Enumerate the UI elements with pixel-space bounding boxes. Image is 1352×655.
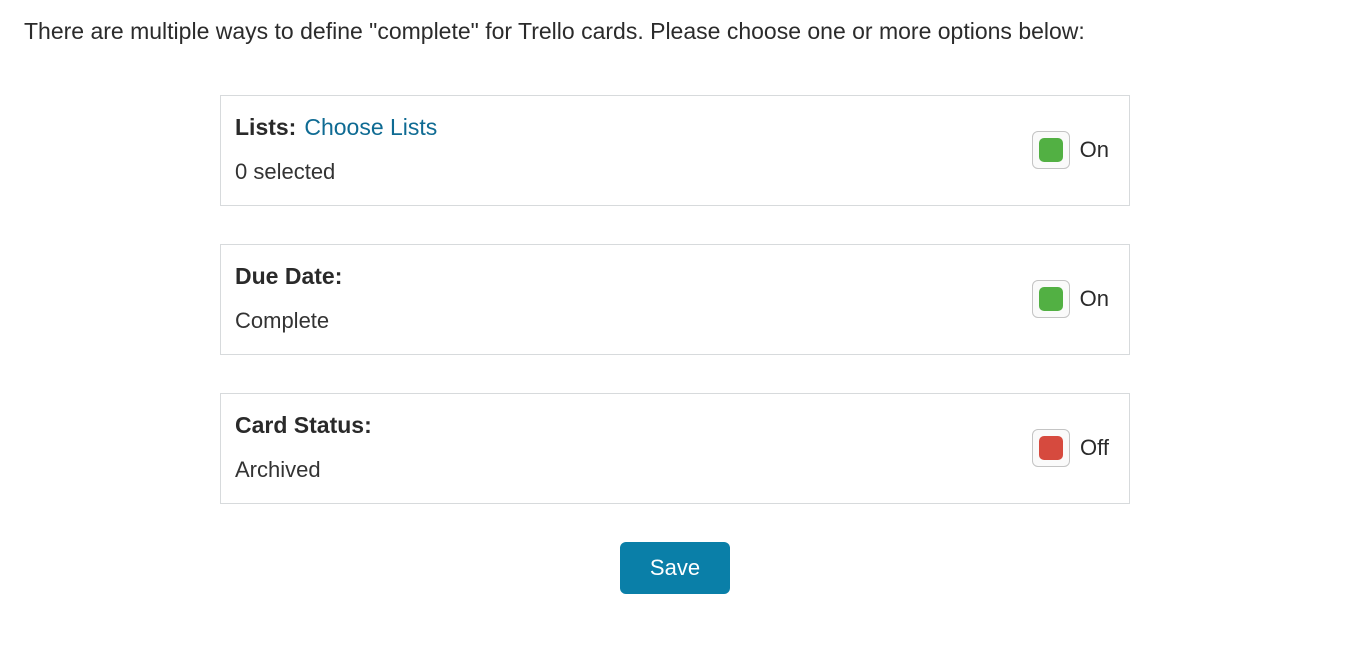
option-card-status: Card Status: Archived Off xyxy=(220,393,1130,504)
save-row: Save xyxy=(220,542,1130,594)
option-card-status-toggle-wrap: Off xyxy=(1032,429,1109,467)
toggle-on-icon xyxy=(1039,138,1063,162)
option-lists: Lists: Choose Lists 0 selected On xyxy=(220,95,1130,206)
option-card-status-toggle-label: Off xyxy=(1080,435,1109,461)
option-card-status-toggle[interactable] xyxy=(1032,429,1070,467)
toggle-off-icon xyxy=(1039,436,1063,460)
option-lists-toggle-label: On xyxy=(1080,137,1109,163)
option-due-date: Due Date: Complete On xyxy=(220,244,1130,355)
instruction-text: There are multiple ways to define "compl… xyxy=(0,18,1352,45)
option-due-date-toggle[interactable] xyxy=(1032,280,1070,318)
option-due-date-title-row: Due Date: xyxy=(235,263,342,290)
option-lists-left: Lists: Choose Lists 0 selected xyxy=(235,114,437,185)
option-lists-value: 0 selected xyxy=(235,159,437,185)
choose-lists-link[interactable]: Choose Lists xyxy=(304,114,437,141)
option-due-date-left: Due Date: Complete xyxy=(235,263,342,334)
option-due-date-title: Due Date: xyxy=(235,263,342,290)
options-container: Lists: Choose Lists 0 selected On Due Da… xyxy=(220,95,1130,594)
option-card-status-title: Card Status: xyxy=(235,412,372,439)
save-button[interactable]: Save xyxy=(620,542,730,594)
option-lists-title: Lists: xyxy=(235,114,296,141)
toggle-on-icon xyxy=(1039,287,1063,311)
option-lists-toggle-wrap: On xyxy=(1032,131,1109,169)
option-due-date-toggle-wrap: On xyxy=(1032,280,1109,318)
option-lists-title-row: Lists: Choose Lists xyxy=(235,114,437,141)
option-card-status-value: Archived xyxy=(235,457,372,483)
option-card-status-title-row: Card Status: xyxy=(235,412,372,439)
option-due-date-toggle-label: On xyxy=(1080,286,1109,312)
option-due-date-value: Complete xyxy=(235,308,342,334)
option-card-status-left: Card Status: Archived xyxy=(235,412,372,483)
option-lists-toggle[interactable] xyxy=(1032,131,1070,169)
